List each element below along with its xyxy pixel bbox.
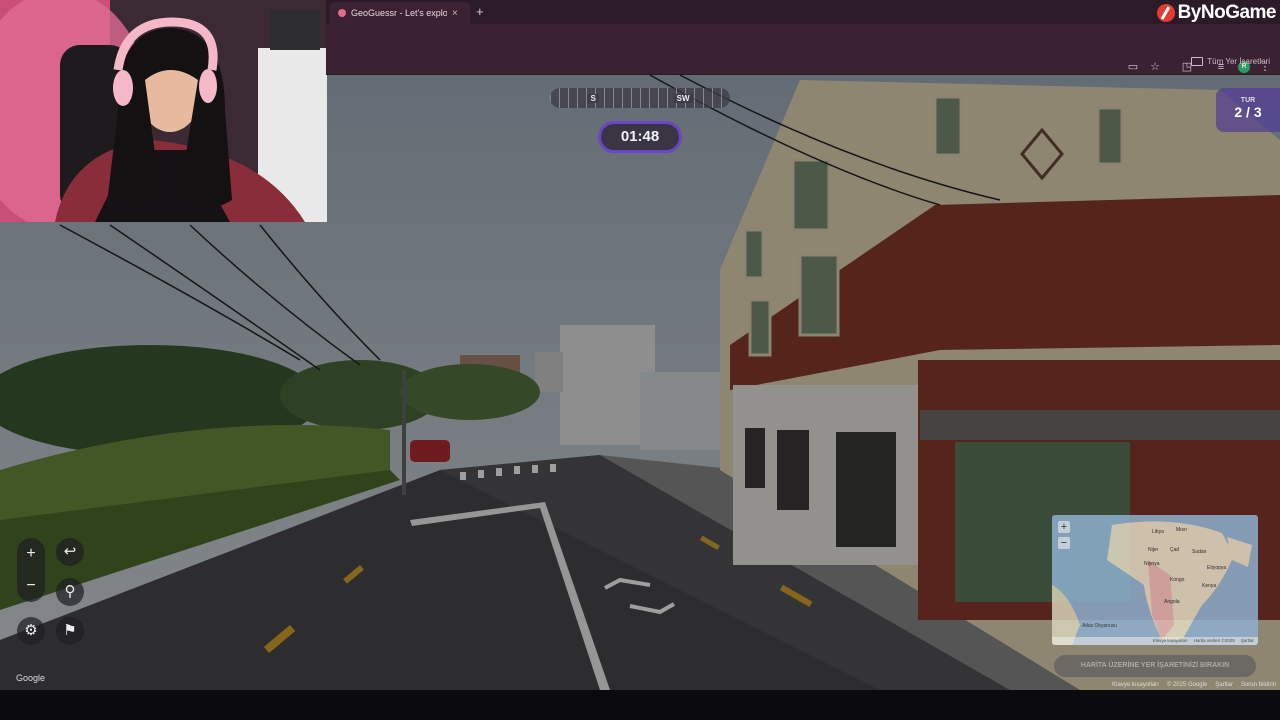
map-label: Nijerya — [1144, 561, 1160, 567]
map-label: Libya — [1152, 529, 1164, 535]
report-flag-button[interactable]: ⚑ — [56, 617, 84, 645]
minimap-attribution-item[interactable]: Klavye kısayolları — [1153, 637, 1188, 645]
return-to-start-button[interactable]: ⚲ — [56, 578, 84, 606]
undo-icon: ↩ — [63, 543, 77, 560]
new-tab-button[interactable]: + — [476, 4, 484, 19]
guess-minimap[interactable]: + − Mısır Libya Nijer Çad Sudan Nijerya … — [1052, 515, 1258, 645]
keyboard-shortcuts-link[interactable]: Klavye kısayolları — [1112, 682, 1159, 688]
stream-brand-logo: ByNoGame — [1156, 2, 1277, 24]
google-watermark: Google — [16, 673, 46, 683]
zoom-in-button[interactable]: + — [17, 538, 45, 570]
minimap-attribution-item: Harita verileri ©2025 — [1193, 638, 1235, 643]
brand-logo-icon — [1156, 4, 1175, 22]
copyright-text: © 2025 Google — [1166, 682, 1208, 688]
report-problem-link[interactable]: Sorun bildirin — [1241, 682, 1276, 688]
round-label: TUR — [1240, 97, 1256, 104]
settings-button[interactable]: ⚙ — [17, 617, 45, 645]
compass-heading-south: S — [587, 93, 599, 103]
gear-icon: ⚙ — [24, 622, 38, 639]
map-label: Sudan — [1192, 549, 1207, 555]
minimap-zoom-out-button[interactable]: − — [1058, 537, 1070, 549]
map-label: Kongo — [1170, 577, 1185, 583]
tab-geoguessr[interactable]: GeoGuessr - Let's explore the w × — [330, 2, 470, 24]
pin-favicon-icon — [338, 9, 346, 17]
bookmark-star-icon[interactable]: ☆ — [1148, 60, 1162, 74]
location-pin-icon: ⚲ — [64, 583, 76, 600]
round-value: 2 / 3 — [1234, 104, 1262, 120]
round-timer: 01:48 — [598, 121, 682, 153]
brand-name: ByNoGame — [1177, 2, 1277, 23]
streamer-webcam — [0, 0, 327, 222]
tab-strip: GeoGuessr - Let's explore the w × + — [326, 0, 1280, 24]
tab-title: GeoGuessr - Let's explore the w — [351, 8, 447, 18]
browser-toolbar: ▭ ☆ ◳ ≡ R ⋮ — [326, 28, 1280, 73]
map-label: Kenya — [1202, 583, 1217, 589]
browser-window-chrome: GeoGuessr - Let's explore the w × + ▭ ☆ … — [326, 0, 1280, 75]
terms-link[interactable]: Şartlar — [1215, 682, 1233, 688]
minimap-attribution: Klavye kısayolları Harita verileri ©2025… — [1052, 637, 1258, 645]
map-label: Etiyopya — [1207, 565, 1227, 571]
webcam-graphic — [0, 0, 327, 222]
zoom-out-button[interactable]: − — [17, 570, 45, 602]
minimap-zoom-in-button[interactable]: + — [1058, 521, 1070, 533]
map-label: Çad — [1170, 547, 1180, 553]
minimap-attribution-item[interactable]: Şartlar — [1241, 637, 1254, 645]
place-guess-button[interactable]: HARİTA ÜZERİNE YER İŞARETİNİZİ BIRAKIN — [1054, 655, 1256, 677]
panorama-zoom-controls: + − — [17, 538, 45, 602]
compass-bar: S SW — [550, 88, 730, 108]
map-label: Mısır — [1176, 527, 1188, 533]
cast-icon[interactable]: ▭ — [1126, 60, 1140, 74]
streetview-footer: Klavye kısayolları © 2025 Google Şartlar… — [1112, 682, 1276, 688]
flag-icon: ⚑ — [63, 622, 77, 639]
map-label: Atlas Okyanusu — [1082, 623, 1118, 629]
compass-heading-southwest: SW — [673, 93, 693, 103]
map-label: Angola — [1164, 599, 1180, 605]
all-bookmarks-label: Tüm Yer İşaretleri — [1207, 57, 1270, 66]
folder-icon — [1191, 57, 1204, 66]
all-bookmarks-button[interactable]: Tüm Yer İşaretleri — [1191, 57, 1270, 66]
map-label: Nijer — [1148, 547, 1159, 553]
round-indicator: TUR 2 / 3 — [1216, 88, 1280, 132]
undo-move-button[interactable]: ↩ — [56, 538, 84, 566]
tab-close-icon[interactable]: × — [452, 8, 458, 19]
